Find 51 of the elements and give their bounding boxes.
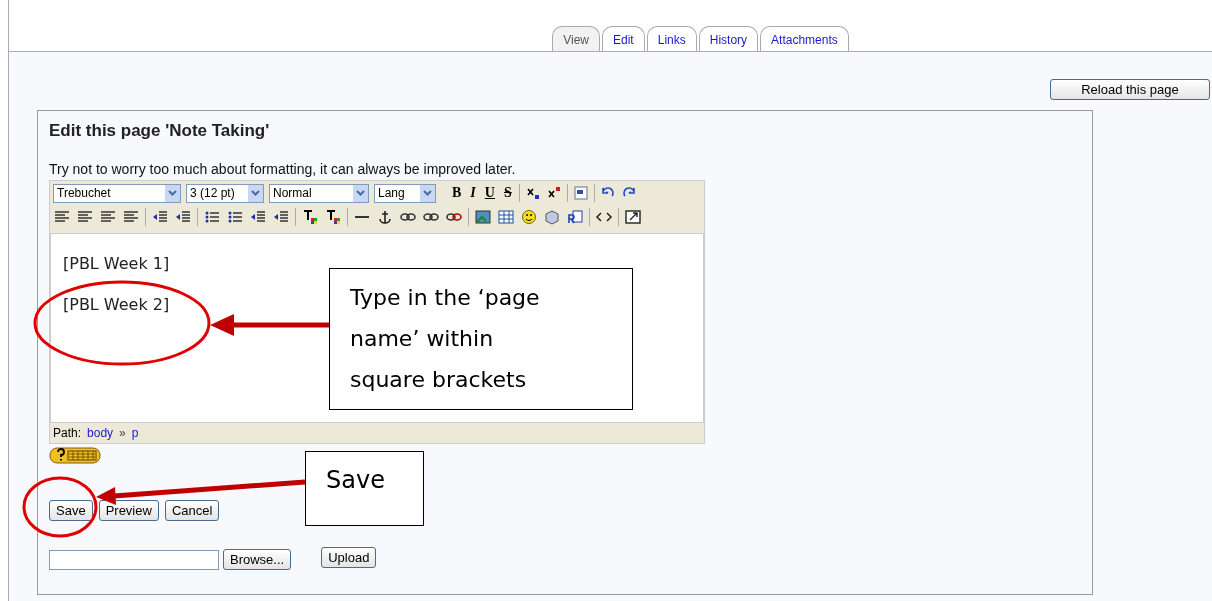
callout-box: Type in the ‘page name’ within square brackets — [329, 268, 633, 410]
rtl-icon[interactable] — [174, 209, 192, 225]
align-center-icon[interactable] — [76, 209, 94, 225]
tab[interactable]: View — [552, 26, 600, 51]
word-paste-icon[interactable] — [572, 185, 589, 201]
tab[interactable]: Attachments — [760, 26, 849, 51]
format-button[interactable]: B — [450, 185, 464, 201]
hint-text: Try not to worry too much about formatting, it can always be improved later. — [49, 161, 517, 177]
tab[interactable]: History — [698, 26, 759, 51]
box-icon[interactable] — [543, 209, 561, 225]
path-label: Path: — [53, 426, 82, 440]
align-left-icon[interactable] — [53, 209, 71, 225]
search-replace-icon[interactable] — [566, 209, 584, 225]
format-button[interactable]: S — [501, 185, 514, 201]
numbered-list-icon[interactable] — [203, 209, 221, 225]
highlight-color-icon[interactable] — [324, 209, 342, 225]
bullet-list-icon[interactable] — [226, 209, 244, 225]
align-right-icon[interactable] — [99, 209, 117, 225]
tab[interactable]: Links — [646, 26, 697, 51]
format-button[interactable]: U — [482, 185, 497, 201]
path-link[interactable]: body — [87, 426, 114, 440]
align-justify-icon[interactable] — [122, 209, 140, 225]
page-heading: Edit this page 'Note Taking' — [49, 121, 271, 141]
file-path-field[interactable] — [49, 549, 219, 570]
callout-box: Save — [305, 451, 424, 526]
form-button[interactable]: Save — [49, 500, 93, 521]
editor-line: [PBL Week 1] — [63, 254, 170, 273]
indent-icon[interactable] — [272, 209, 290, 225]
dropdown[interactable]: 3 (12 pt) — [186, 183, 264, 203]
editor-line: [PBL Week 2] — [63, 295, 170, 314]
dropdown[interactable]: Trebuchet — [53, 183, 181, 203]
ltr-icon[interactable] — [151, 209, 169, 225]
outdent-icon[interactable] — [249, 209, 267, 225]
upload-button[interactable]: Upload — [321, 547, 377, 568]
dropdown[interactable]: Lang — [374, 183, 436, 203]
image-icon[interactable] — [474, 209, 492, 225]
form-button[interactable]: Preview — [98, 500, 159, 521]
fullscreen-icon[interactable] — [624, 209, 642, 225]
text-color-icon[interactable] — [301, 209, 319, 225]
anchor-icon[interactable] — [376, 209, 394, 225]
help-keyboard-icon[interactable] — [49, 447, 101, 464]
path-separator: » — [119, 426, 126, 440]
path-link[interactable]: p — [131, 426, 139, 440]
browse-button[interactable]: Browse... — [223, 549, 292, 570]
format-button[interactable]: I — [468, 185, 478, 201]
reload-button[interactable]: Reload this page — [1050, 79, 1210, 100]
tab[interactable]: Edit — [602, 26, 645, 51]
dropdown[interactable]: Normal — [269, 183, 369, 203]
form-button[interactable]: Cancel — [164, 500, 220, 521]
smiley-icon[interactable] — [520, 209, 538, 225]
table-icon[interactable] — [497, 209, 515, 225]
